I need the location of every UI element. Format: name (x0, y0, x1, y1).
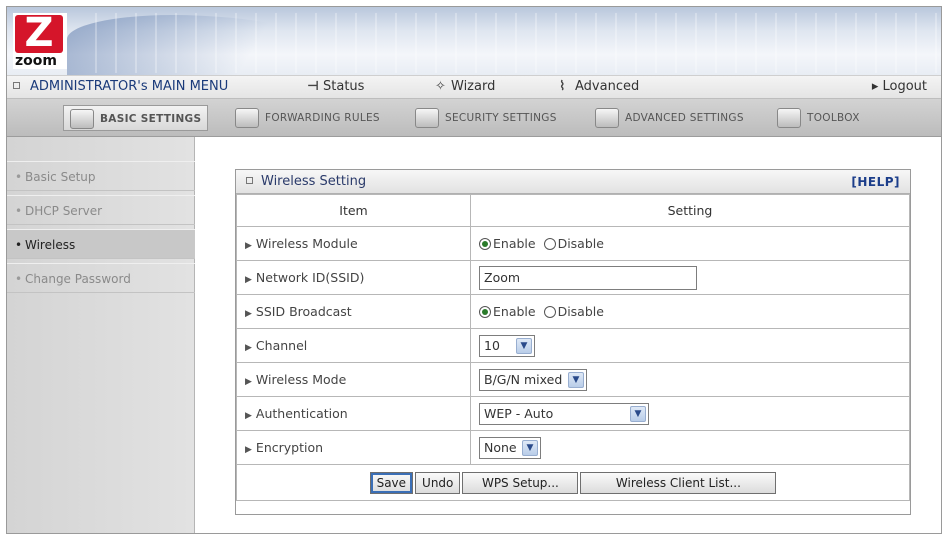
tab-advanced-settings[interactable]: ADVANCED SETTINGS (595, 105, 744, 131)
sidebar-item-basic-setup[interactable]: • Basic Setup (7, 161, 195, 191)
advanced-icon: ⌇ (559, 79, 566, 94)
table-row: ▶ Network ID(SSID) Zoom (236, 260, 910, 295)
square-bullet-icon (246, 177, 253, 184)
zoom-logo-mark: Z (15, 11, 63, 55)
chevron-down-icon: ▼ (630, 405, 646, 422)
arrow-right-icon: ▸ (871, 79, 883, 94)
tab-forwarding-rules[interactable]: FORWARDING RULES (235, 105, 380, 131)
square-bullet-icon (13, 82, 20, 89)
save-button[interactable]: Save (369, 471, 414, 494)
bullet-icon: • (15, 170, 23, 184)
tab-toolbox[interactable]: TOOLBOX (777, 105, 860, 131)
status-icon: ⊣ (307, 79, 319, 94)
arrow-right-icon: ▶ (245, 377, 252, 387)
module-disable-radio[interactable] (543, 238, 556, 250)
wps-setup-button[interactable]: WPS Setup... (462, 471, 579, 494)
channel-select[interactable]: 10 ▼ (479, 334, 535, 357)
channel-setting: 10 ▼ (470, 328, 910, 363)
table-row: ▶ Encryption None ▼ (236, 430, 910, 465)
undo-button[interactable]: Undo (415, 471, 461, 494)
table-row: ▶ SSID Broadcast Enable Disable (236, 294, 910, 329)
wizard-menu-link[interactable]: ✧ Wizard (435, 79, 495, 94)
wizard-icon: ✧ (435, 79, 446, 94)
ssid-broadcast-setting: Enable Disable (470, 294, 910, 329)
chevron-down-icon: ▼ (522, 439, 538, 456)
table-header-row: Item Setting (236, 194, 910, 227)
row-label: ▶ Network ID(SSID) (236, 260, 471, 295)
panel-title: Wireless Setting (246, 170, 366, 194)
authentication-setting: WEP - Auto ▼ (470, 396, 910, 431)
wireless-module-setting: Enable Disable (470, 226, 910, 261)
tab-basic-settings[interactable]: BASIC SETTINGS (63, 105, 209, 131)
bullet-icon: • (15, 204, 23, 218)
main-menu-bar: ADMINISTRATOR's MAIN MENU ⊣ Status ✧ Wizar… (7, 75, 941, 99)
chevron-down-icon: ▼ (568, 371, 584, 388)
wireless-client-list-button[interactable]: Wireless Client List... (580, 471, 777, 494)
toolbox-icon (777, 108, 801, 128)
broadcast-enable-radio[interactable] (479, 306, 491, 318)
tab-security-settings[interactable]: SECURITY SETTINGS (415, 105, 557, 131)
wireless-mode-setting: B/G/N mixed ▼ (470, 362, 910, 397)
row-label: ▶ Wireless Module (236, 226, 471, 261)
table-row: ▶ Wireless Module Enable Disable (236, 226, 910, 261)
encryption-select[interactable]: None ▼ (479, 436, 541, 459)
forwarding-rules-icon (235, 108, 259, 128)
logout-link[interactable]: ▸ Logout (872, 79, 927, 94)
arrow-right-icon: ▶ (245, 241, 252, 251)
advanced-menu-link[interactable]: ⌇ Advanced (559, 79, 639, 94)
wireless-mode-select[interactable]: B/G/N mixed ▼ (479, 368, 587, 391)
button-cell: Save Undo WPS Setup... Wireless Client List… (236, 464, 910, 501)
table-row: ▶ Authentication WEP - Auto ▼ (236, 396, 910, 431)
help-link[interactable]: [HELP] (851, 170, 900, 194)
sidebar-item-change-password[interactable]: • Change Password (7, 263, 195, 293)
bullet-icon: • (15, 272, 23, 286)
button-row: Save Undo WPS Setup... Wireless Client List… (236, 464, 910, 501)
row-label: ▶ Authentication (236, 396, 471, 431)
broadcast-disable-radio[interactable] (543, 306, 556, 318)
advanced-settings-icon (595, 108, 619, 128)
panel-header: Wireless Setting [HELP] (236, 170, 910, 194)
arrow-right-icon: ▶ (245, 275, 252, 285)
ssid-input[interactable]: Zoom (479, 265, 697, 290)
ssid-setting: Zoom (470, 260, 910, 295)
router-admin-window: Z zoom ADMINISTRATOR's MAIN MENU ⊣ Status… (6, 6, 942, 534)
sidebar: • Basic Setup • DHCP Server • Wireless • Cha… (7, 137, 195, 533)
wireless-setting-panel: Wireless Setting [HELP] Item Setting ▶ Wi… (235, 169, 911, 515)
zoom-logo: Z zoom (13, 11, 67, 69)
wireless-settings-table: Item Setting ▶ Wireless Module Enable Dis… (236, 194, 910, 501)
security-settings-icon (415, 108, 439, 128)
zoom-logo-text: zoom (15, 53, 57, 69)
banner-stripes-decoration (77, 13, 937, 73)
column-header-item: Item (236, 194, 471, 227)
module-enable-radio[interactable] (479, 238, 491, 250)
basic-settings-icon (70, 109, 94, 129)
admin-main-menu-link[interactable]: ADMINISTRATOR's MAIN MENU (13, 79, 228, 94)
bullet-icon: • (15, 238, 23, 252)
sidebar-item-wireless[interactable]: • Wireless (7, 229, 195, 259)
encryption-setting: None ▼ (470, 430, 910, 465)
row-label: ▶ SSID Broadcast (236, 294, 471, 329)
row-label: ▶ Encryption (236, 430, 471, 465)
sidebar-item-dhcp-server[interactable]: • DHCP Server (7, 195, 195, 225)
table-row: ▶ Wireless Mode B/G/N mixed ▼ (236, 362, 910, 397)
status-menu-link[interactable]: ⊣ Status (307, 79, 364, 94)
row-label: ▶ Wireless Mode (236, 362, 471, 397)
chevron-down-icon: ▼ (516, 337, 532, 354)
header-banner: Z zoom (7, 7, 941, 75)
arrow-right-icon: ▶ (245, 411, 252, 421)
arrow-right-icon: ▶ (245, 309, 252, 319)
authentication-select[interactable]: WEP - Auto ▼ (479, 402, 649, 425)
settings-tab-bar: BASIC SETTINGS FORWARDING RULES SECURITY… (7, 99, 941, 137)
row-label: ▶ Channel (236, 328, 471, 363)
arrow-right-icon: ▶ (245, 343, 252, 353)
arrow-right-icon: ▶ (245, 445, 252, 455)
table-row: ▶ Channel 10 ▼ (236, 328, 910, 363)
column-header-setting: Setting (470, 194, 910, 227)
